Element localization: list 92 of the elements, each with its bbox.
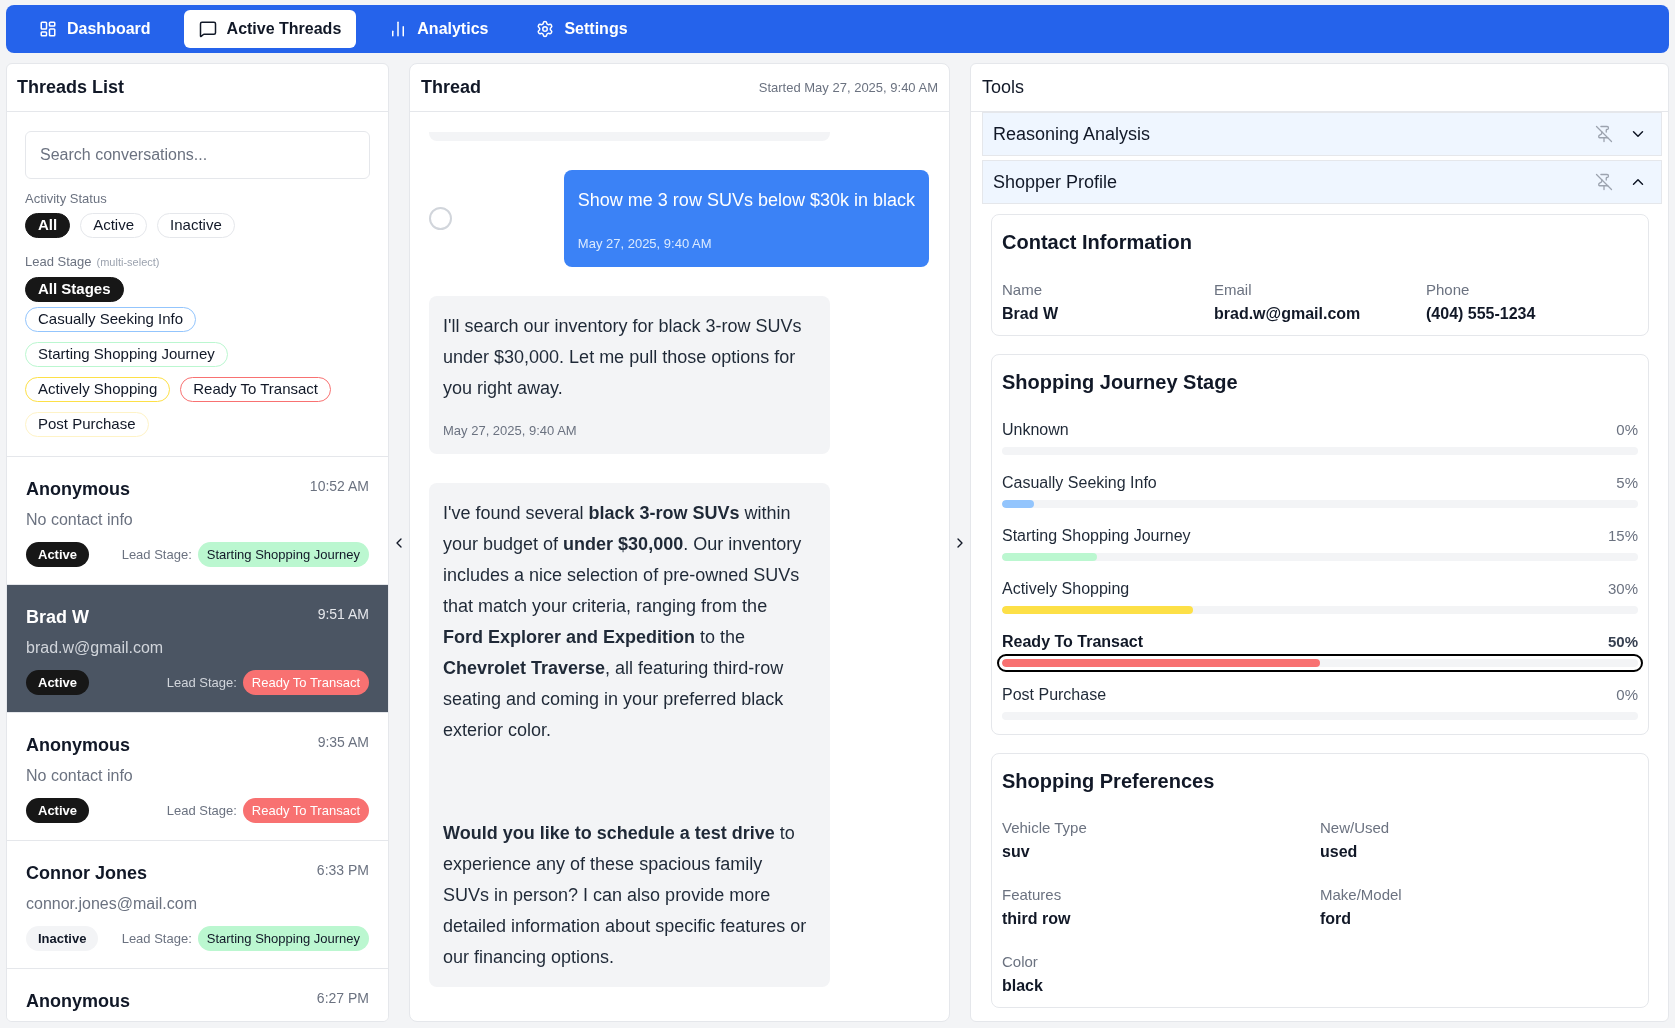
stage-percent: 15% <box>1607 526 1638 546</box>
field-value: ford <box>1320 909 1353 929</box>
accordion-header[interactable]: Shopper Profile <box>982 160 1662 204</box>
contact-name: Anonymous <box>26 478 130 501</box>
filter-chip[interactable]: Inactive <box>157 213 235 238</box>
filter-chip[interactable]: Actively Shopping <box>25 377 171 402</box>
contact-name: Brad W <box>26 606 89 629</box>
filter-chip[interactable]: All Stages <box>25 277 124 302</box>
field-value: used <box>1320 842 1359 862</box>
field-label: New/Used <box>1320 818 1391 838</box>
field-value: third row <box>1002 909 1072 929</box>
thread-list-item[interactable]: Brad W 9:51 AM brad.w@gmail.com Active Lead Stage: Ready To Transact <box>7 585 388 713</box>
message-text: I've found several black 3-row SUVs within your budget of under $30,000. Our inventory includes a nice selection of pre-owned SUVs that match your criteria, ranging from the Ford Explorer and Expedition to the Chevrolet Traverse, all featuring third-row seating and coming in your preferred black exterior color. <box>443 502 803 742</box>
field-label: Features <box>1002 885 1063 905</box>
message-time: May 27, 2025, 9:40 AM <box>577 235 713 253</box>
thread-start-time: Started May 27, 2025, 9:40 AM <box>758 78 938 97</box>
thread-time: 6:33 PM <box>316 861 369 880</box>
lead-stage-badge: Starting Shopping Journey <box>197 542 369 567</box>
stage-percent: 5% <box>1616 473 1638 493</box>
filter-chip[interactable]: Active <box>80 213 148 238</box>
filter-label: Activity Status <box>25 190 108 208</box>
thread-time: 9:51 AM <box>317 605 369 624</box>
panel-title: Threads List <box>17 76 125 99</box>
stage-percent: 30% <box>1607 579 1638 599</box>
nav-tab[interactable]: Dashboard <box>24 10 166 48</box>
status-badge: Active <box>26 542 90 567</box>
filter-chip[interactable]: All <box>25 213 71 238</box>
field-value: (404) 555-1234 <box>1426 304 1537 324</box>
thread-time: 6:27 PM <box>316 989 369 1008</box>
filter-label: Lead Stage <box>25 253 92 271</box>
field-value: brad.w@gmail.com <box>1214 304 1362 324</box>
search-field[interactable]: Search conversations... <box>25 131 370 179</box>
message-text: Would you like to schedule a test drive to experience any of these spacious family SUVs in person? I can also provide more detailed information about specific features or our financing options. <box>443 822 808 969</box>
thread-time: 10:52 AM <box>309 477 369 496</box>
card-title: Contact Information <box>1002 230 1193 255</box>
lead-stage-badge: Ready To Transact <box>242 798 369 823</box>
section-title: Reasoning Analysis <box>993 122 1151 146</box>
card-title: Shopping Journey Stage <box>1002 370 1239 395</box>
lead-stage-label: Lead Stage: <box>166 801 237 820</box>
lead-stage-label: Lead Stage: <box>121 929 192 948</box>
nav-tab[interactable]: Analytics <box>374 10 504 48</box>
filter-chip[interactable]: Starting Shopping Journey <box>25 342 228 367</box>
filter-chip[interactable]: Post Purchase <box>25 412 149 437</box>
field-label: Make/Model <box>1320 885 1403 905</box>
filter-hint: (multi-select) <box>96 255 160 270</box>
message-text: Show me 3 row SUVs below $30k in black <box>577 189 915 212</box>
field-value: black <box>1002 976 1044 996</box>
dashboard-icon <box>39 20 57 38</box>
nav-tab[interactable]: Settings <box>521 10 643 48</box>
field-value: Brad W <box>1002 304 1059 324</box>
accordion-header[interactable]: Reasoning Analysis <box>982 112 1662 156</box>
contact-name: Anonymous <box>26 734 130 757</box>
thread-time: 9:35 AM <box>317 733 369 752</box>
lead-stage-label: Lead Stage: <box>121 545 192 564</box>
status-badge: Active <box>26 670 90 695</box>
field-label: Email <box>1214 280 1253 300</box>
field-label: Phone <box>1426 280 1471 300</box>
contact-info: connor.jones@mail.com <box>26 894 198 914</box>
contact-name: Anonymous <box>26 990 130 1013</box>
message-text: I'll search our inventory for black 3-row SUVs under $30,000. Let me pull those options for you right away. <box>443 315 803 400</box>
field-value: suv <box>1002 842 1031 862</box>
stage-label: Casually Seeking Info <box>1002 473 1157 493</box>
stage-percent: 50% <box>1607 632 1638 652</box>
message-time: May 27, 2025, 9:40 AM <box>443 422 578 440</box>
lead-stage-badge: Ready To Transact <box>242 670 369 695</box>
field-label: Color <box>1002 952 1039 972</box>
status-badge: Inactive <box>26 926 99 951</box>
stage-label: Actively Shopping <box>1002 579 1130 599</box>
field-label: Vehicle Type <box>1002 818 1088 838</box>
lead-stage-badge: Starting Shopping Journey <box>197 926 369 951</box>
filter-chip[interactable]: Casually Seeking Info <box>25 307 197 332</box>
stage-percent: 0% <box>1616 420 1638 440</box>
nav-tab[interactable]: Active Threads <box>183 10 357 48</box>
stage-label: Post Purchase <box>1002 685 1107 705</box>
contact-info: No contact info <box>26 766 134 786</box>
contact-info: No contact info <box>26 510 134 530</box>
field-label: Name <box>1002 280 1043 300</box>
section-title: Shopper Profile <box>993 170 1118 194</box>
stage-percent: 0% <box>1616 685 1638 705</box>
panel-title: Thread <box>421 76 481 99</box>
stage-label: Starting Shopping Journey <box>1002 526 1191 546</box>
card-title: Shopping Preferences <box>1002 769 1216 794</box>
filter-chip[interactable]: Ready To Transact <box>180 377 332 402</box>
contact-name: Connor Jones <box>26 862 147 885</box>
stage-label: Ready To Transact <box>1002 632 1144 652</box>
stage-label: Unknown <box>1002 420 1069 440</box>
status-badge: Active <box>26 798 90 823</box>
settings-icon <box>536 20 555 38</box>
contact-info: brad.w@gmail.com <box>26 638 165 658</box>
panel-title: Tools <box>982 76 1025 99</box>
lead-stage-label: Lead Stage: <box>166 673 237 692</box>
chat-bubble-icon <box>198 20 217 38</box>
